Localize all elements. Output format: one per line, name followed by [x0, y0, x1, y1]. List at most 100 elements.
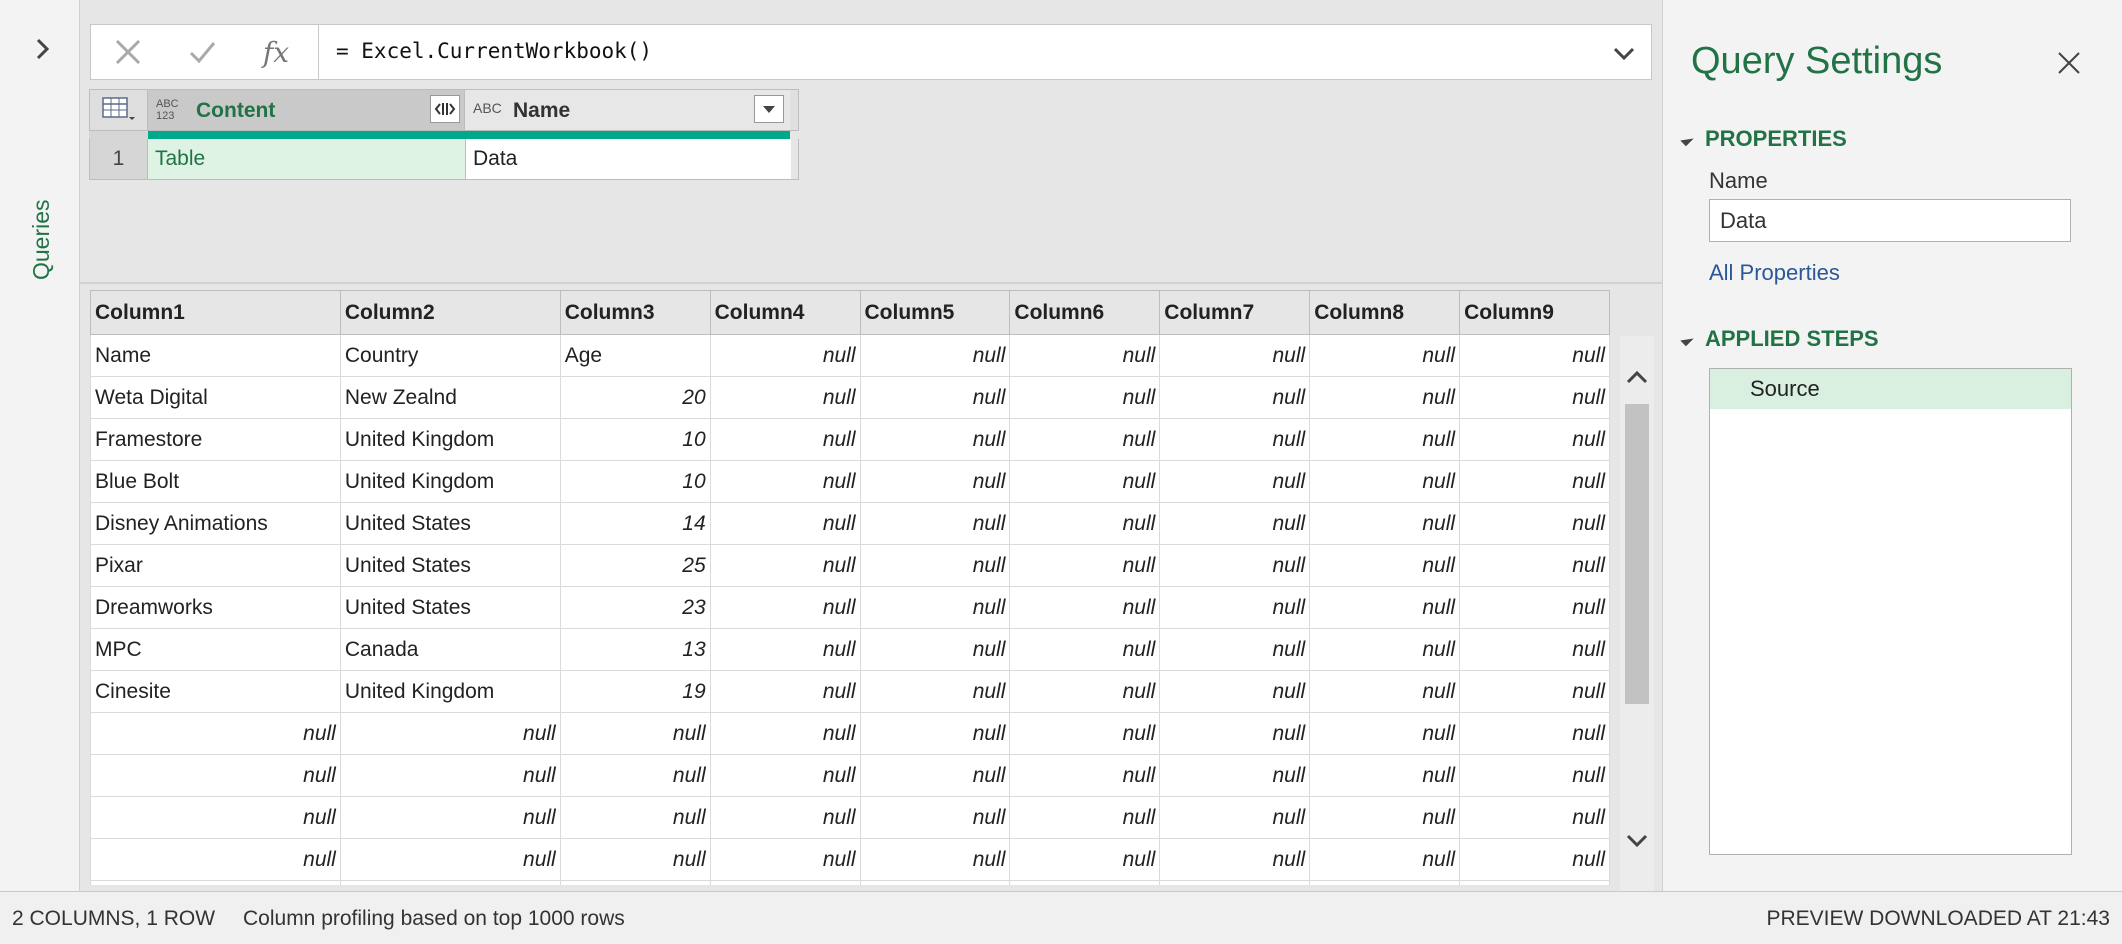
table-cell[interactable]: Age	[559, 334, 711, 377]
table-cell[interactable]: null	[339, 796, 561, 839]
table-cell[interactable]: null	[1009, 586, 1161, 629]
table-cell[interactable]: null	[1309, 586, 1461, 629]
table-cell[interactable]: null	[1009, 628, 1161, 671]
table-cell[interactable]: null	[709, 502, 861, 545]
table-cell[interactable]: null	[1309, 376, 1461, 419]
table-cell[interactable]: null	[559, 712, 711, 755]
table-cell[interactable]: null	[1159, 586, 1311, 629]
step-item-source[interactable]: Source	[1710, 369, 2071, 409]
table-cell[interactable]: null	[709, 418, 861, 461]
table-cell[interactable]: Blue Bolt	[90, 460, 341, 503]
query-name-input[interactable]	[1709, 199, 2071, 242]
table-cell[interactable]: null	[1309, 880, 1461, 885]
table-cell[interactable]: null	[1159, 544, 1311, 587]
pane-splitter[interactable]	[80, 282, 1662, 284]
table-cell[interactable]: null	[1159, 376, 1311, 419]
table-cell[interactable]: United States	[339, 502, 561, 545]
table-cell[interactable]: null	[859, 796, 1011, 839]
table-cell[interactable]: null	[1459, 628, 1610, 671]
table-cell[interactable]: Weta Digital	[90, 376, 341, 419]
table-cell[interactable]: null	[859, 502, 1011, 545]
table-cell[interactable]: null	[1309, 754, 1461, 797]
table-cell[interactable]: null	[1459, 376, 1610, 419]
table-cell[interactable]: MPC	[90, 628, 341, 671]
table-cell[interactable]: United Kingdom	[339, 670, 561, 713]
table-cell[interactable]: United States	[339, 586, 561, 629]
table-cell[interactable]: null	[1159, 838, 1311, 881]
table-cell[interactable]: null	[859, 544, 1011, 587]
table-cell[interactable]: null	[709, 586, 861, 629]
table-cell[interactable]: null	[339, 838, 561, 881]
table-cell[interactable]: null	[709, 544, 861, 587]
table-cell[interactable]: null	[859, 376, 1011, 419]
table-cell[interactable]: null	[1309, 418, 1461, 461]
table-cell[interactable]: null	[709, 334, 861, 377]
table-cell[interactable]: null	[1159, 334, 1311, 377]
table-menu-button[interactable]	[90, 90, 148, 130]
table-cell[interactable]: null	[90, 838, 341, 881]
table-cell[interactable]: null	[1309, 712, 1461, 755]
table-cell[interactable]: null	[90, 796, 341, 839]
column-header-column7[interactable]: Column7	[1159, 290, 1311, 335]
table-cell[interactable]: null	[1159, 670, 1311, 713]
table-cell[interactable]: null	[1159, 460, 1311, 503]
table-cell[interactable]: null	[1159, 502, 1311, 545]
table-cell[interactable]: 10	[559, 460, 711, 503]
table-cell[interactable]: null	[1459, 712, 1610, 755]
table-cell[interactable]: null	[859, 712, 1011, 755]
table-cell[interactable]: Dreamworks	[90, 586, 341, 629]
column-header-column4[interactable]: Column4	[709, 290, 861, 335]
cancel-formula-button[interactable]	[91, 25, 165, 79]
table-cell[interactable]: null	[559, 880, 711, 885]
table-cell[interactable]: null	[859, 838, 1011, 881]
table-cell[interactable]: 13	[559, 628, 711, 671]
table-cell[interactable]: null	[1009, 880, 1161, 885]
table-cell[interactable]: null	[1459, 460, 1610, 503]
table-cell[interactable]: null	[1159, 712, 1311, 755]
table-cell[interactable]: null	[559, 796, 711, 839]
table-cell[interactable]: null	[1459, 796, 1610, 839]
table-cell[interactable]: null	[1009, 796, 1161, 839]
table-cell[interactable]: null	[1309, 460, 1461, 503]
table-cell[interactable]: null	[709, 796, 861, 839]
table-cell[interactable]: Country	[339, 334, 561, 377]
column-header-column9[interactable]: Column9	[1459, 290, 1610, 335]
table-cell[interactable]: null	[709, 460, 861, 503]
table-cell[interactable]: null	[1009, 418, 1161, 461]
table-cell[interactable]: null	[709, 754, 861, 797]
table-cell[interactable]: null	[709, 880, 861, 885]
table-cell[interactable]: null	[1459, 544, 1610, 587]
table-cell[interactable]: null	[1009, 502, 1161, 545]
table-cell[interactable]: null	[1459, 334, 1610, 377]
commit-formula-button[interactable]	[165, 25, 239, 79]
table-cell[interactable]: 19	[559, 670, 711, 713]
table-cell[interactable]: 14	[559, 502, 711, 545]
table-cell[interactable]: Disney Animations	[90, 502, 341, 545]
column-header-column6[interactable]: Column6	[1009, 290, 1161, 335]
table-cell[interactable]: null	[339, 754, 561, 797]
profiling-status[interactable]: Column profiling based on top 1000 rows	[243, 907, 625, 931]
table-cell[interactable]: null	[339, 712, 561, 755]
table-cell[interactable]: 23	[559, 586, 711, 629]
table-cell[interactable]: null	[90, 754, 341, 797]
table-cell[interactable]: null	[1309, 544, 1461, 587]
table-cell[interactable]: New Zealnd	[339, 376, 561, 419]
scroll-up-button[interactable]	[1624, 366, 1650, 390]
table-cell[interactable]: null	[709, 376, 861, 419]
queries-label[interactable]: Queries	[28, 199, 55, 280]
table-cell[interactable]: United Kingdom	[339, 418, 561, 461]
table-cell[interactable]: null	[1459, 418, 1610, 461]
properties-section-header[interactable]: PROPERTIES	[1680, 126, 1847, 152]
table-cell[interactable]: null	[1309, 670, 1461, 713]
table-cell[interactable]: null	[1009, 376, 1161, 419]
scrollbar-thumb[interactable]	[1625, 404, 1649, 704]
formula-text[interactable]: = Excel.CurrentWorkbook()	[336, 39, 652, 63]
table-cell[interactable]: null	[1159, 880, 1311, 885]
table-cell[interactable]: Pixar	[90, 544, 341, 587]
scroll-down-button[interactable]	[1624, 828, 1650, 852]
table-link-cell[interactable]: Table	[148, 139, 466, 179]
table-cell[interactable]: null	[709, 712, 861, 755]
table-cell[interactable]: 10	[559, 418, 711, 461]
table-cell[interactable]: 20	[559, 376, 711, 419]
table-cell[interactable]: null	[1009, 670, 1161, 713]
